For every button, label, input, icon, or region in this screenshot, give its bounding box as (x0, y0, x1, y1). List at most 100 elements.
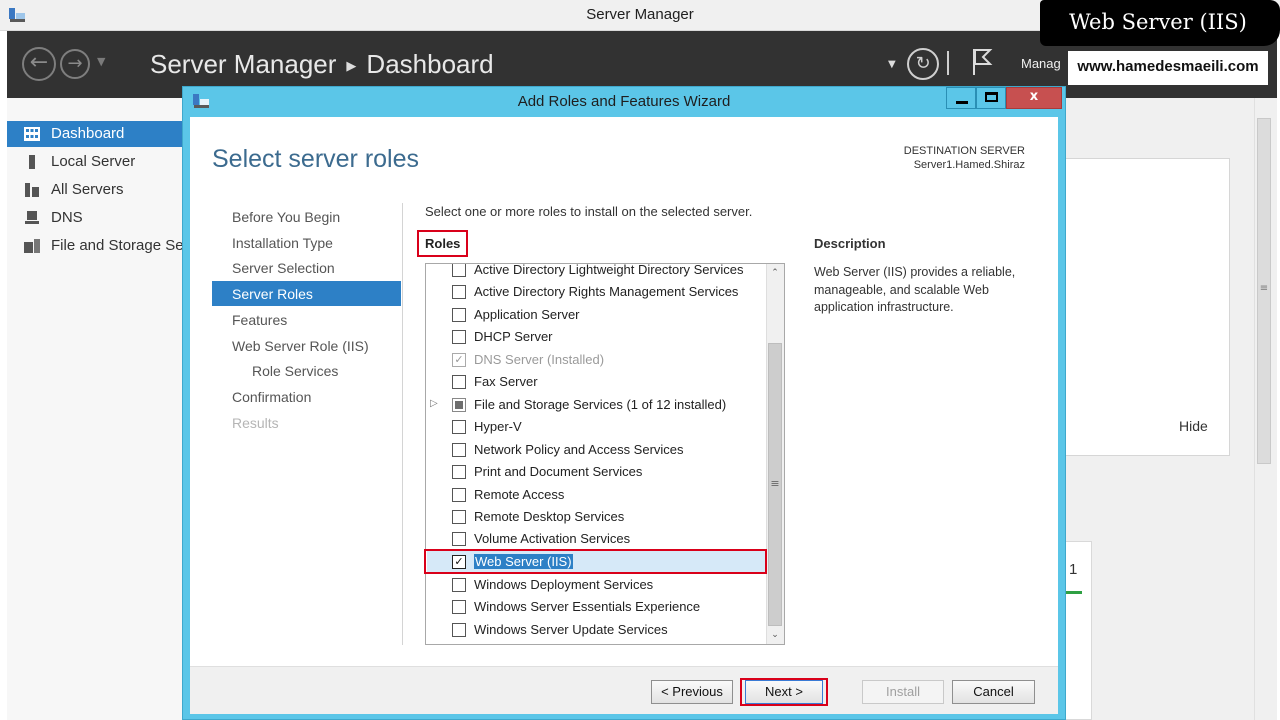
sidebar-item-label: File and Storage Se (51, 237, 184, 254)
refresh-icon[interactable]: ↻ (907, 48, 939, 80)
role-checkbox[interactable] (452, 330, 466, 344)
description-header: Description (814, 236, 886, 251)
file-storage-icon (24, 239, 40, 253)
server-icon (29, 155, 35, 169)
role-label: Hyper-V (474, 419, 522, 434)
destination-server-label: DESTINATION SERVER (903, 145, 1025, 157)
description-text: Web Server (IIS) provides a reliable, ma… (814, 265, 1016, 314)
breadcrumb: Server Manager ▶ Dashboard (150, 49, 494, 80)
role-checkbox[interactable] (452, 264, 466, 277)
role-checkbox-partial[interactable] (452, 398, 466, 412)
role-checkbox[interactable] (452, 578, 466, 592)
servers-icon (25, 183, 39, 197)
step-confirmation[interactable]: Confirmation (232, 389, 311, 405)
page-title: Select server roles (212, 145, 420, 173)
previous-button[interactable]: < Previous (651, 680, 733, 704)
breadcrumb-root[interactable]: Server Manager (150, 49, 336, 79)
scrollbar-grip-icon: ≡ (770, 477, 780, 490)
role-item-essentials-experience[interactable]: Windows Server Essentials Experience (426, 596, 766, 618)
instruction-text: Select one or more roles to install on t… (425, 204, 753, 219)
cancel-button[interactable]: Cancel (952, 680, 1035, 704)
watermark-url: www.hamedesmaeili.com (1077, 58, 1259, 75)
server-manager-sidebar: Dashboard Local Server All Servers DNS F… (7, 98, 185, 720)
role-item-wsus[interactable]: Windows Server Update Services (426, 619, 766, 641)
minimize-icon (956, 101, 968, 104)
role-item-windows-deployment[interactable]: Windows Deployment Services (426, 574, 766, 596)
role-item-ad-lds[interactable]: Active Directory Lightweight Directory S… (426, 263, 766, 281)
watermark-title: Web Server (IIS) (1069, 10, 1247, 34)
role-label: Remote Desktop Services (474, 509, 625, 524)
role-label: Active Directory Lightweight Directory S… (474, 263, 744, 277)
destination-server-value: Server1.Hamed.Shiraz (913, 159, 1025, 171)
manage-menu[interactable]: Manag (1021, 56, 1061, 71)
dns-icon (25, 211, 39, 224)
role-checkbox[interactable] (452, 420, 466, 434)
sidebar-item-dashboard[interactable]: Dashboard (7, 121, 185, 147)
role-checkbox[interactable] (452, 465, 466, 479)
sidebar-item-local-server[interactable]: Local Server (7, 149, 185, 175)
maximize-icon (985, 92, 998, 102)
role-item-volume-activation[interactable]: Volume Activation Services (426, 528, 766, 550)
role-checkbox[interactable] (452, 285, 466, 299)
role-label: Network Policy and Access Services (474, 442, 684, 457)
step-server-roles[interactable]: Server Roles (232, 286, 313, 302)
role-item-application-server[interactable]: Application Server (426, 304, 766, 326)
back-arrow-icon[interactable]: ← (22, 47, 56, 81)
role-item-remote-desktop[interactable]: Remote Desktop Services (426, 506, 766, 528)
forward-arrow-icon[interactable]: → (60, 49, 90, 79)
sidebar-item-dns[interactable]: DNS (7, 205, 185, 231)
step-role-services[interactable]: Role Services (252, 363, 338, 379)
roles-list[interactable]: Active Directory Lightweight Directory S… (425, 263, 785, 645)
maximize-button[interactable] (976, 87, 1006, 109)
role-item-file-storage[interactable]: ▷ File and Storage Services (1 of 12 ins… (426, 394, 766, 416)
step-installation-type[interactable]: Installation Type (232, 235, 333, 251)
scroll-down-icon[interactable]: ⌄ (767, 627, 783, 643)
expand-arrow-icon[interactable]: ▷ (430, 398, 438, 409)
breadcrumb-current: Dashboard (366, 49, 494, 79)
close-icon: x (1029, 89, 1039, 104)
role-checkbox[interactable] (452, 443, 466, 457)
role-label: File and Storage Services (1 of 12 insta… (474, 397, 727, 412)
role-checkbox[interactable] (452, 532, 466, 546)
role-label: Fax Server (474, 374, 538, 389)
close-button[interactable]: x (1006, 87, 1062, 109)
sidebar-item-all-servers[interactable]: All Servers (7, 177, 185, 203)
scroll-up-icon[interactable]: ⌃ (767, 265, 783, 281)
roles-header-highlight-box (417, 230, 468, 257)
role-item-ad-rms[interactable]: Active Directory Rights Management Servi… (426, 281, 766, 303)
minimize-button[interactable] (946, 87, 976, 109)
role-checkbox[interactable] (452, 488, 466, 502)
role-item-fax[interactable]: Fax Server (426, 371, 766, 393)
role-label: Volume Activation Services (474, 531, 631, 546)
role-label: Remote Access (474, 487, 565, 502)
step-features[interactable]: Features (232, 312, 287, 328)
role-checkbox[interactable] (452, 308, 466, 322)
step-server-selection[interactable]: Server Selection (232, 260, 335, 276)
role-checkbox[interactable] (452, 623, 466, 637)
dashboard-grid-icon (24, 127, 40, 141)
hide-link[interactable]: Hide (1179, 418, 1208, 434)
role-item-hyper-v[interactable]: Hyper-V (426, 416, 766, 438)
role-item-network-policy[interactable]: Network Policy and Access Services (426, 439, 766, 461)
dashboard-scrollbar-thumb[interactable]: ≡ (1257, 118, 1271, 464)
history-dropdown-icon[interactable]: ▼ (97, 55, 105, 68)
step-web-server-role[interactable]: Web Server Role (IIS) (232, 338, 369, 354)
refresh-dropdown-icon[interactable]: ▼ (888, 59, 896, 70)
role-checkbox[interactable] (452, 375, 466, 389)
sidebar-item-file-storage[interactable]: File and Storage Se (7, 233, 185, 259)
role-item-remote-access[interactable]: Remote Access (426, 484, 766, 506)
role-label: DHCP Server (474, 329, 553, 344)
role-item-dhcp[interactable]: DHCP Server (426, 326, 766, 348)
role-label: Application Server (474, 307, 580, 322)
role-item-print-document[interactable]: Print and Document Services (426, 461, 766, 483)
role-label: Active Directory Rights Management Servi… (474, 284, 739, 299)
role-label: Windows Deployment Services (474, 577, 654, 592)
flag-icon[interactable] (970, 47, 994, 77)
scrollbar-grip-icon: ≡ (1259, 283, 1269, 294)
step-before-you-begin[interactable]: Before You Begin (232, 209, 340, 225)
role-checkbox[interactable] (452, 510, 466, 524)
web-server-highlight-box (424, 549, 767, 574)
next-button-highlight-box (740, 678, 828, 706)
role-checkbox[interactable] (452, 600, 466, 614)
sidebar-item-label: All Servers (51, 181, 124, 198)
